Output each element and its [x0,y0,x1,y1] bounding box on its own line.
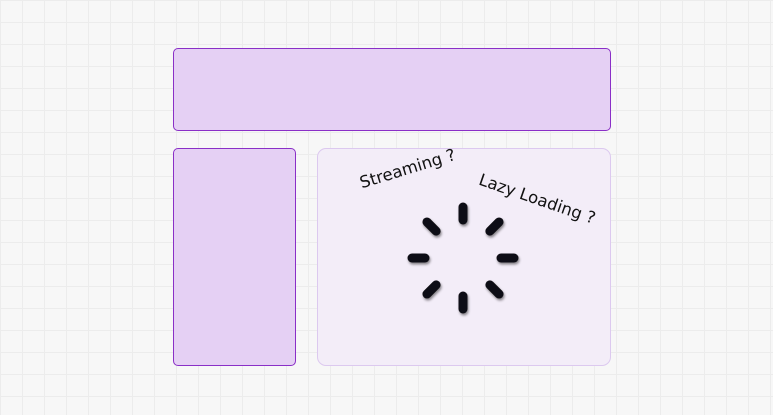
sidebar-placeholder [173,148,296,366]
spinner-spoke [422,217,441,236]
loading-spinner-icon [407,202,519,314]
spinner-spoke [485,280,504,299]
header-placeholder [173,48,611,131]
spinner-spoke [485,217,504,236]
spinner-spoke [422,280,441,299]
